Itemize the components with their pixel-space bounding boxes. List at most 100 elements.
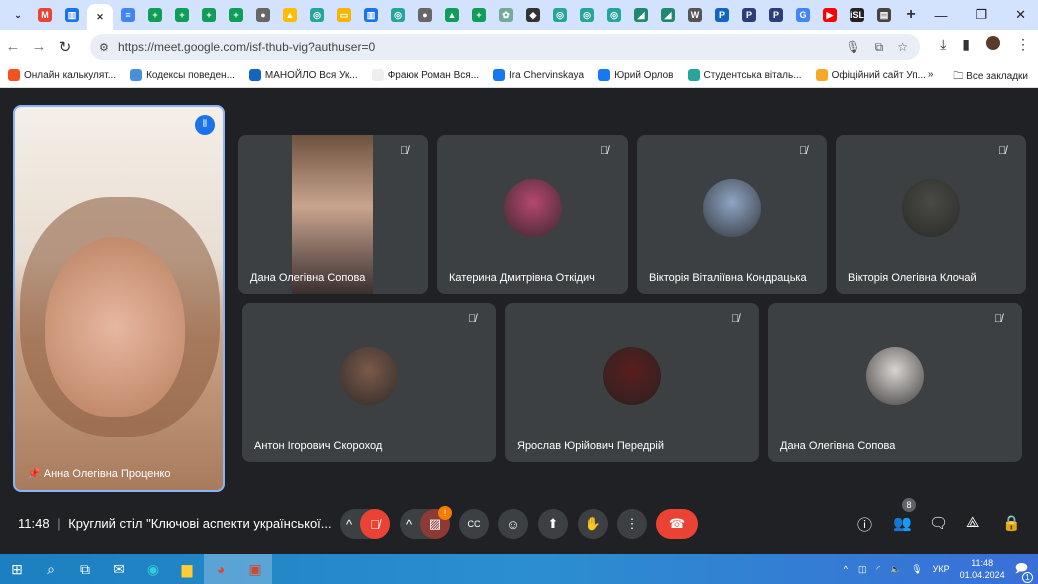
browser-tab[interactable]: +	[170, 4, 194, 26]
browser-tab[interactable]: P	[764, 4, 788, 26]
search-icon[interactable]: ⌕	[34, 554, 68, 584]
browser-tab[interactable]: G	[791, 4, 815, 26]
bookmark-item[interactable]: Кодексы поведен...	[130, 69, 235, 81]
network-icon[interactable]: ◫	[858, 564, 867, 575]
bookmark-item[interactable]: Юрий Орлов	[598, 69, 674, 81]
bookmark-item[interactable]: Офіційний сайт Уп...	[815, 69, 926, 81]
language-indicator[interactable]: УКР	[933, 564, 950, 574]
browser-tab[interactable]: ◆	[521, 4, 545, 26]
all-bookmarks-button[interactable]: 🗀 Все закладки	[953, 69, 1028, 86]
browser-tab[interactable]: ◎	[305, 4, 329, 26]
minimize-button[interactable]: —	[934, 8, 947, 23]
browser-tab[interactable]: ◎	[386, 4, 410, 26]
menu-icon[interactable]: ⋮	[1016, 36, 1030, 53]
chat-icon[interactable]: 🗨	[929, 514, 948, 532]
tray-expand-icon[interactable]: ^	[844, 564, 848, 574]
bookmark-item[interactable]: Онлайн калькулят...	[8, 69, 116, 81]
bookmark-item[interactable]: Фраюк Роман Вся...	[371, 69, 479, 81]
tray-time: 11:48	[971, 558, 994, 568]
leave-call-button[interactable]: ☎	[656, 509, 698, 539]
active-tab[interactable]: ✕	[87, 4, 113, 30]
site-info-icon[interactable]: ⚙	[99, 41, 109, 54]
mail-icon[interactable]: ✉	[102, 554, 136, 584]
translate-icon[interactable]: ⧉	[875, 40, 884, 55]
participant-tile[interactable]: 🎙̸ Дана Олегівна Сопова	[768, 303, 1022, 462]
people-icon[interactable]: 👥	[893, 514, 912, 532]
browser-tab[interactable]: ▲	[278, 4, 302, 26]
browser-tab[interactable]: P	[710, 4, 734, 26]
new-tab-button[interactable]: +	[899, 4, 923, 26]
browser-tab[interactable]: ≡	[116, 4, 140, 26]
chrome-icon[interactable]: ◕	[204, 554, 238, 584]
volume-icon[interactable]: 🔈	[890, 564, 901, 575]
tab-search-button[interactable]: ⌄	[6, 4, 30, 26]
browser-tab[interactable]: +	[467, 4, 491, 26]
browser-tab[interactable]: P	[737, 4, 761, 26]
browser-tab[interactable]: ●	[251, 4, 275, 26]
browser-tab[interactable]: ◢	[656, 4, 680, 26]
browser-tab[interactable]: +	[143, 4, 167, 26]
back-button[interactable]: ←	[0, 38, 26, 55]
browser-tab[interactable]: ◎	[575, 4, 599, 26]
browser-tab[interactable]: ◢	[629, 4, 653, 26]
browser-tab[interactable]: ▤	[872, 4, 896, 26]
browser-tab[interactable]: ▥	[60, 4, 84, 26]
close-icon[interactable]: ✕	[93, 10, 107, 24]
forward-button[interactable]: →	[26, 38, 52, 55]
meeting-info-icon[interactable]: ⓘ	[857, 514, 872, 535]
pin-icon[interactable]: 📌	[27, 468, 41, 480]
reload-button[interactable]: ↻	[52, 38, 78, 56]
notifications-button[interactable]: 🗩 1	[1015, 559, 1033, 583]
browser-tab[interactable]: ▥	[359, 4, 383, 26]
browser-tab[interactable]: ▲	[440, 4, 464, 26]
bookmark-item[interactable]: Студентська віталь...	[687, 69, 802, 81]
present-button[interactable]: ⬆	[538, 509, 568, 539]
browser-tab[interactable]: ●	[413, 4, 437, 26]
powerpoint-icon[interactable]: ▣	[238, 554, 272, 584]
browser-tab[interactable]: iSL	[845, 4, 869, 26]
browser-tab[interactable]: ✿	[494, 4, 518, 26]
profile-avatar[interactable]	[986, 36, 1000, 50]
browser-tab[interactable]: ◎	[602, 4, 626, 26]
captions-button[interactable]: CC	[459, 509, 489, 539]
more-options-button[interactable]: ⋮	[617, 509, 647, 539]
participant-tile[interactable]: 🎙̸ Вікторія Олегівна Клочай	[836, 135, 1026, 294]
browser-tab[interactable]: +	[197, 4, 221, 26]
tray-clock[interactable]: 11:48 01.04.2024	[960, 557, 1005, 581]
browser-tab[interactable]: M	[33, 4, 57, 26]
microphone-toggle-button[interactable]: 🎙̸	[360, 509, 390, 539]
start-button[interactable]: ⊞	[0, 554, 34, 584]
participant-tile[interactable]: 🎙̸ Вікторія Віталіївна Кондрацька	[637, 135, 827, 294]
browser-tab[interactable]: ◎	[548, 4, 572, 26]
notification-count: 1	[1022, 571, 1033, 583]
host-controls-icon[interactable]: 🔒	[1002, 514, 1021, 532]
browser-tab[interactable]: +	[224, 4, 248, 26]
microphone-icon[interactable]: 🎙	[845, 40, 860, 55]
url-input[interactable]: ⚙ https://meet.google.com/isf-thub-vig?a…	[90, 34, 920, 60]
participant-tile[interactable]: 🎙̸ Антон Ігорович Скороход	[242, 303, 496, 462]
sidebar-icon[interactable]: ▮	[962, 36, 970, 53]
participant-tile[interactable]: 🎙̸ Дана Олегівна Сопова	[238, 135, 428, 294]
bookmark-star-icon[interactable]: ☆	[897, 40, 908, 55]
browser-tab[interactable]: ▭	[332, 4, 356, 26]
raise-hand-button[interactable]: ✋	[578, 509, 608, 539]
wifi-icon[interactable]: ◜	[877, 564, 881, 575]
bookmark-item[interactable]: Ira Chervinskaya	[493, 69, 584, 81]
restore-button[interactable]: ❐	[975, 7, 987, 23]
bookmark-item[interactable]: МАНОЙЛО Вся Ук...	[248, 69, 358, 81]
browser-tab[interactable]: ▶	[818, 4, 842, 26]
task-view-icon[interactable]: ⧉	[68, 554, 102, 584]
activities-icon[interactable]: ⟁	[966, 514, 979, 531]
self-video-tile[interactable]: ⦀ 📌 Анна Олегівна Проценко	[13, 105, 225, 492]
download-icon[interactable]: ⤓	[940, 36, 946, 53]
reactions-button[interactable]: ☺	[498, 509, 528, 539]
close-window-button[interactable]: ✕	[1015, 7, 1026, 23]
slides-icon: ▭	[337, 8, 351, 22]
participant-tile[interactable]: 🎙̸ Катерина Дмитрівна Откідич	[437, 135, 628, 294]
edge-icon[interactable]: ◉	[136, 554, 170, 584]
participant-tile[interactable]: 🎙̸ Ярослав Юрійович Передрій	[505, 303, 759, 462]
more-bookmarks-button[interactable]: »	[928, 69, 934, 86]
file-explorer-icon[interactable]: ▆	[170, 554, 204, 584]
browser-tab[interactable]: W	[683, 4, 707, 26]
bookmark-label: Ira Chervinskaya	[509, 69, 585, 81]
